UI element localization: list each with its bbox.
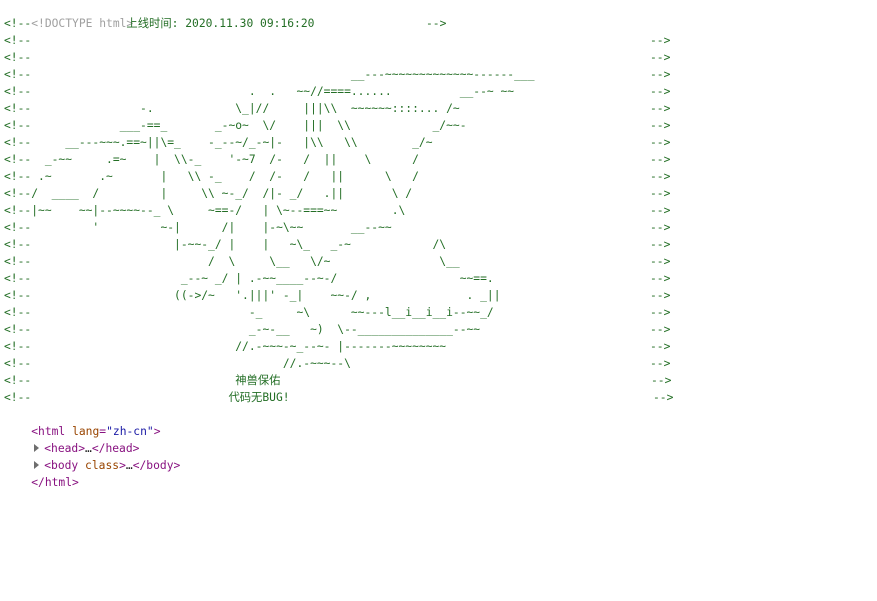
comment-line: <!-- / \ \__ \/~ \__ -->	[4, 253, 876, 270]
comment-line-text: 上线时间: 2020.11.30 09:16:20	[31, 17, 431, 30]
comment-close-marker: -->	[650, 119, 671, 132]
comment-close-marker: -->	[650, 289, 671, 302]
doctype-node[interactable]: <!DOCTYPE html>	[4, 0, 876, 30]
comment-line: <!-- ((->/~ '.|||' -_| ~~-/ , . _|| -->	[4, 287, 876, 304]
comment-line-text: 代码无BUG!	[31, 391, 290, 404]
comment-close-marker: -->	[650, 51, 671, 64]
comment-block[interactable]: <!-- 上线时间: 2020.11.30 09:16:20 --> <!-- --…	[4, 15, 876, 406]
comment-line: <!-- //.-~~~-~_--~- |-------~~~~~~~~ -->	[4, 338, 876, 355]
comment-close-marker: -->	[650, 357, 671, 370]
comment-line: <!-- -. \_|// |||\\ ~~~~~~::::... /~ -->	[4, 100, 876, 117]
comment-line: <!-- ___-==_ _-~o~ \/ ||| \\ _/~~- -->	[4, 117, 876, 134]
comment-line: <!-- __---~~~.==~||\=_ -_--~/_-~|- |\\ \…	[4, 134, 876, 151]
comment-line-text: -. \_|// |||\\ ~~~~~~::::... /~	[31, 102, 460, 115]
comment-line-text: .~ .~ | \\ -_ / /- / || \ /	[31, 170, 419, 183]
comment-close-marker: -->	[650, 204, 671, 217]
comment-line: <!--|~~ ~~|--~~~~--_ \ ~==-/ | \~--===~~…	[4, 202, 876, 219]
comment-line-text: _-~~ .=~ | \\-_ '-~7 /- / || \ /	[31, 153, 419, 166]
comment-close-marker: -->	[650, 136, 671, 149]
comment-close-marker: -->	[650, 153, 671, 166]
comment-open-marker: <!--	[4, 357, 32, 370]
comment-line: <!-- _-~~ .=~ | \\-_ '-~7 /- / || \ / -->	[4, 151, 876, 168]
comment-line: <!-- -_ ~\ ~~---l__i__i__i--~~_/ -->	[4, 304, 876, 321]
comment-line-text: 神兽保佑	[31, 374, 281, 387]
comment-open-marker: <!--	[4, 221, 32, 234]
comment-line-text: . . ~~//====...... __--~ ~~	[31, 85, 515, 98]
comment-line: <!-- _--~ _/ | .-~~____--~-/ ~~==. -->	[4, 270, 876, 287]
comment-open-marker: <!--	[4, 272, 32, 285]
comment-open-marker: <!--	[4, 85, 32, 98]
comment-close-marker: -->	[426, 17, 447, 30]
comment-line: <!-- _-~-__ ~) \--______________--~~ -->	[4, 321, 876, 338]
comment-line: <!-- . . ~~//====...... __--~ ~~ -->	[4, 83, 876, 100]
html-close-node[interactable]: </html>	[4, 457, 876, 489]
comment-line: <!-- -->	[4, 32, 876, 49]
comment-line-text: __---~~~~~~~~~~~~~------___	[31, 68, 535, 81]
comment-close-marker: -->	[651, 374, 672, 387]
comment-line: <!-- -->	[4, 49, 876, 66]
comment-open-marker: <!--	[4, 34, 32, 47]
comment-open-marker: <!--	[4, 340, 32, 353]
comment-line-text: -_ ~\ ~~---l__i__i__i--~~_/	[31, 306, 494, 319]
comment-line-text: / ____ / | \\ ~-_/ /|- _/ .|| \ /	[31, 187, 413, 200]
comment-open-marker: <!--	[4, 17, 32, 30]
elements-panel: <!DOCTYPE html> <!-- 上线时间: 2020.11.30 09…	[4, 0, 876, 489]
comment-close-marker: -->	[650, 34, 671, 47]
comment-line-text: ___-==_ _-~o~ \/ ||| \\ _/~~-	[31, 119, 467, 132]
comment-close-marker: -->	[653, 391, 674, 404]
comment-line-text: ' ~-| /| |-~\~~ __--~~	[31, 221, 392, 234]
comment-line-text: ((->/~ '.|||' -_| ~~-/ , . _||	[31, 289, 501, 302]
comment-open-marker: <!--	[4, 255, 32, 268]
comment-close-marker: -->	[650, 340, 671, 353]
comment-close-marker: -->	[650, 170, 671, 183]
comment-line-text: _-~-__ ~) \--______________--~~	[31, 323, 481, 336]
comment-line-text: |~~ ~~|--~~~~--_ \ ~==-/ | \~--===~~ .\	[31, 204, 406, 217]
comment-open-marker: <!--	[4, 374, 32, 387]
comment-close-marker: -->	[650, 255, 671, 268]
comment-line: <!-- //.-~~~--\ -->	[4, 355, 876, 372]
comment-close-marker: -->	[650, 323, 671, 336]
comment-line: <!-- 上线时间: 2020.11.30 09:16:20 -->	[4, 15, 876, 32]
comment-line: <!--/ ____ / | \\ ~-_/ /|- _/ .|| \ / -->	[4, 185, 876, 202]
comment-close-marker: -->	[650, 306, 671, 319]
comment-open-marker: <!--	[4, 68, 32, 81]
comment-open-marker: <!--	[4, 170, 32, 183]
comment-line: <!-- __---~~~~~~~~~~~~~------___ -->	[4, 66, 876, 83]
comment-open-marker: <!--	[4, 289, 32, 302]
comment-close-marker: -->	[650, 187, 671, 200]
comment-open-marker: <!--	[4, 51, 32, 64]
comment-close-marker: -->	[650, 85, 671, 98]
comment-line: <!-- |-~~-_/ | | ~\_ _-~ /\ -->	[4, 236, 876, 253]
comment-open-marker: <!--	[4, 187, 32, 200]
body-node[interactable]: <body class>…</body>	[4, 440, 876, 472]
comment-line-text: //.-~~~--\	[31, 357, 351, 370]
comment-line: <!-- ' ~-| /| |-~\~~ __--~~ -->	[4, 219, 876, 236]
comment-open-marker: <!--	[4, 153, 32, 166]
comment-line-text: _--~ _/ | .-~~____--~-/ ~~==.	[31, 272, 494, 285]
comment-open-marker: <!--	[4, 136, 32, 149]
comment-line: <!-- .~ .~ | \\ -_ / /- / || \ / -->	[4, 168, 876, 185]
comment-close-marker: -->	[650, 272, 671, 285]
head-node[interactable]: <head>…</head>	[4, 423, 876, 455]
html-close-tag: </html>	[31, 476, 79, 489]
comment-line-text: //.-~~~-~_--~- |-------~~~~~~~~	[31, 340, 447, 353]
comment-close-marker: -->	[650, 68, 671, 81]
comment-close-marker: -->	[650, 238, 671, 251]
html-open-node[interactable]: <html lang="zh-cn">	[4, 406, 876, 438]
comment-line: <!-- 代码无BUG! -->	[4, 389, 876, 406]
comment-open-marker: <!--	[4, 102, 32, 115]
comment-line: <!-- 神兽保佑 -->	[4, 372, 876, 389]
comment-close-marker: -->	[650, 221, 671, 234]
comment-open-marker: <!--	[4, 323, 32, 336]
comment-open-marker: <!--	[4, 238, 32, 251]
comment-open-marker: <!--	[4, 204, 32, 217]
comment-open-marker: <!--	[4, 119, 32, 132]
comment-line-text: __---~~~.==~||\=_ -_--~/_-~|- |\\ \\ _/~	[31, 136, 433, 149]
comment-close-marker: -->	[650, 102, 671, 115]
comment-line-text: |-~~-_/ | | ~\_ _-~ /\	[31, 238, 447, 251]
comment-open-marker: <!--	[4, 306, 32, 319]
comment-line-text: / \ \__ \/~ \__	[31, 255, 460, 268]
comment-open-marker: <!--	[4, 391, 32, 404]
